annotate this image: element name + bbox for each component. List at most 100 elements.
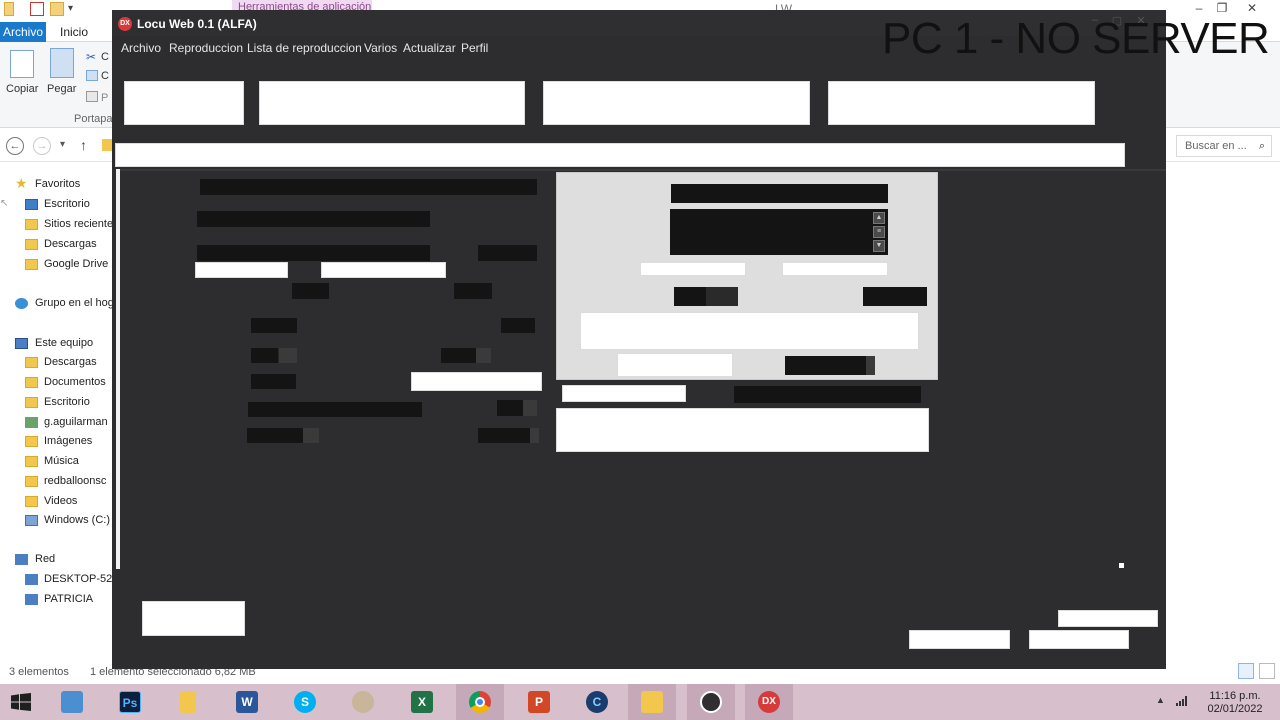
paste-label[interactable]: Pegar [47,83,76,95]
nav-pc-item[interactable]: Música [0,453,112,471]
taskbar-locu-web[interactable]: DX [745,684,793,720]
menu-varios[interactable]: Varios [364,41,397,55]
form-button[interactable] [501,318,535,333]
nav-pc-item[interactable]: Descargas [0,354,112,372]
panel-input[interactable] [617,353,733,377]
start-button[interactable] [0,684,48,720]
panel-input[interactable] [782,262,888,276]
details-view-icon[interactable] [1238,663,1254,679]
properties-icon[interactable] [30,2,44,16]
toolbar-panel-1[interactable] [124,81,244,125]
nav-this-pc[interactable]: Este equipo [0,335,112,353]
form-button[interactable] [478,245,537,261]
scroll-thumb-icon[interactable]: ≡ [873,226,885,238]
form-input[interactable] [195,262,288,278]
scroll-up-icon[interactable]: ▲ [873,212,885,224]
taskbar-excel[interactable]: X [398,684,446,720]
menu-reproduccion[interactable]: Reproduccion [169,41,243,55]
nav-pc-item[interactable]: Windows (C:) [0,512,112,530]
menu-actualizar[interactable]: Actualizar [403,41,456,55]
nav-fav-googledrive[interactable]: Google Drive [0,256,112,274]
taskbar-folder[interactable] [628,684,676,720]
panel-field[interactable] [671,184,888,203]
taskbar-powerpoint[interactable]: P [515,684,563,720]
taskbar-skype[interactable]: S [281,684,329,720]
nav-fav-escritorio[interactable]: Escritorio [0,196,112,214]
form-stepper[interactable] [497,400,537,416]
address-bar-field[interactable] [115,143,1125,167]
form-input[interactable] [411,372,542,391]
bottom-right-button[interactable] [1058,610,1158,627]
taskbar-obs[interactable] [687,684,735,720]
nav-pc-item[interactable]: Videos [0,493,112,511]
nav-pc-item[interactable]: Imágenes [0,433,112,451]
panel-input[interactable] [640,262,746,276]
nav-favorites[interactable]: ★ Favoritos [0,176,112,194]
up-icon[interactable]: ↑ [80,137,87,153]
content-textarea[interactable] [556,408,929,452]
form-stepper[interactable] [478,428,539,443]
nav-fav-sitios[interactable]: Sitios reciente [0,216,112,234]
menu-lista-reproduccion[interactable]: Lista de reproduccion [247,41,362,55]
nav-network-item[interactable]: DESKTOP-52L [0,571,112,589]
taskbar-ccleaner[interactable]: C [573,684,621,720]
form-field[interactable] [197,211,430,227]
form-input[interactable] [321,262,446,278]
taskbar-explorer[interactable] [164,684,212,720]
recent-locations-icon[interactable]: ▾ [60,139,65,150]
form-button[interactable] [454,283,492,299]
bottom-action-button[interactable] [909,630,1010,649]
taskbar-computer[interactable] [48,684,96,720]
nav-pc-item[interactable]: Documentos [0,374,112,392]
content-input[interactable] [562,385,686,402]
form-button[interactable] [251,374,296,389]
paste-shortcut-icon[interactable] [86,91,98,102]
panel-textarea[interactable] [580,312,919,350]
form-field[interactable] [200,179,537,195]
toolbar-panel-3[interactable] [543,81,810,125]
bottom-left-button[interactable] [142,601,245,636]
taskbar-paint[interactable] [339,684,387,720]
nav-pc-item[interactable]: redballoonsc [0,473,112,491]
cut-icon[interactable]: ✂ [86,50,96,64]
tab-archivo[interactable]: Archivo [0,22,46,42]
panel-button[interactable] [785,356,875,375]
back-icon[interactable]: ← [6,137,24,155]
search-input[interactable]: Buscar en ... ⌕ [1176,135,1272,157]
large-icons-view-icon[interactable] [1259,663,1275,679]
form-stepper[interactable] [251,348,297,363]
form-stepper[interactable] [247,428,319,443]
cut-label[interactable]: C [101,51,109,63]
quick-access-icon[interactable] [4,2,14,16]
nav-network-item[interactable]: PATRICIA [0,591,112,609]
copy-label[interactable]: Copiar [6,83,38,95]
nav-pc-item[interactable]: g.aguilarman [0,414,112,432]
taskbar-photoshop[interactable]: Ps [106,684,154,720]
paste-shortcut-label[interactable]: P [101,92,108,104]
form-stepper[interactable] [441,348,491,363]
form-button[interactable] [292,283,329,299]
bottom-action-button[interactable] [1029,630,1129,649]
form-field[interactable] [197,245,430,261]
copy-icon[interactable] [10,50,34,78]
panel-button[interactable] [674,287,738,306]
taskbar-word[interactable]: W [223,684,271,720]
copy-path-icon[interactable] [86,70,98,81]
toolbar-panel-4[interactable] [828,81,1095,125]
menu-archivo[interactable]: Archivo [121,41,161,55]
clock[interactable]: 11:16 p.m. 02/01/2022 [1200,690,1270,715]
network-signal-icon[interactable] [1176,694,1190,706]
toolbar-panel-2[interactable] [259,81,525,125]
chevron-down-icon[interactable]: ▾ [68,3,73,14]
nav-network[interactable]: Red [0,551,112,569]
panel-button[interactable] [863,287,927,306]
scroll-down-icon[interactable]: ▼ [873,240,885,252]
copy-path-label[interactable]: C [101,70,109,82]
nav-homegroup[interactable]: Grupo en el hog [0,295,112,313]
nav-fav-descargas[interactable]: Descargas [0,236,112,254]
tab-inicio[interactable]: Inicio [60,25,88,39]
new-folder-icon[interactable] [50,2,64,16]
form-button[interactable] [251,318,297,333]
nav-pc-item[interactable]: Escritorio [0,394,112,412]
forward-icon[interactable]: → [33,137,51,155]
